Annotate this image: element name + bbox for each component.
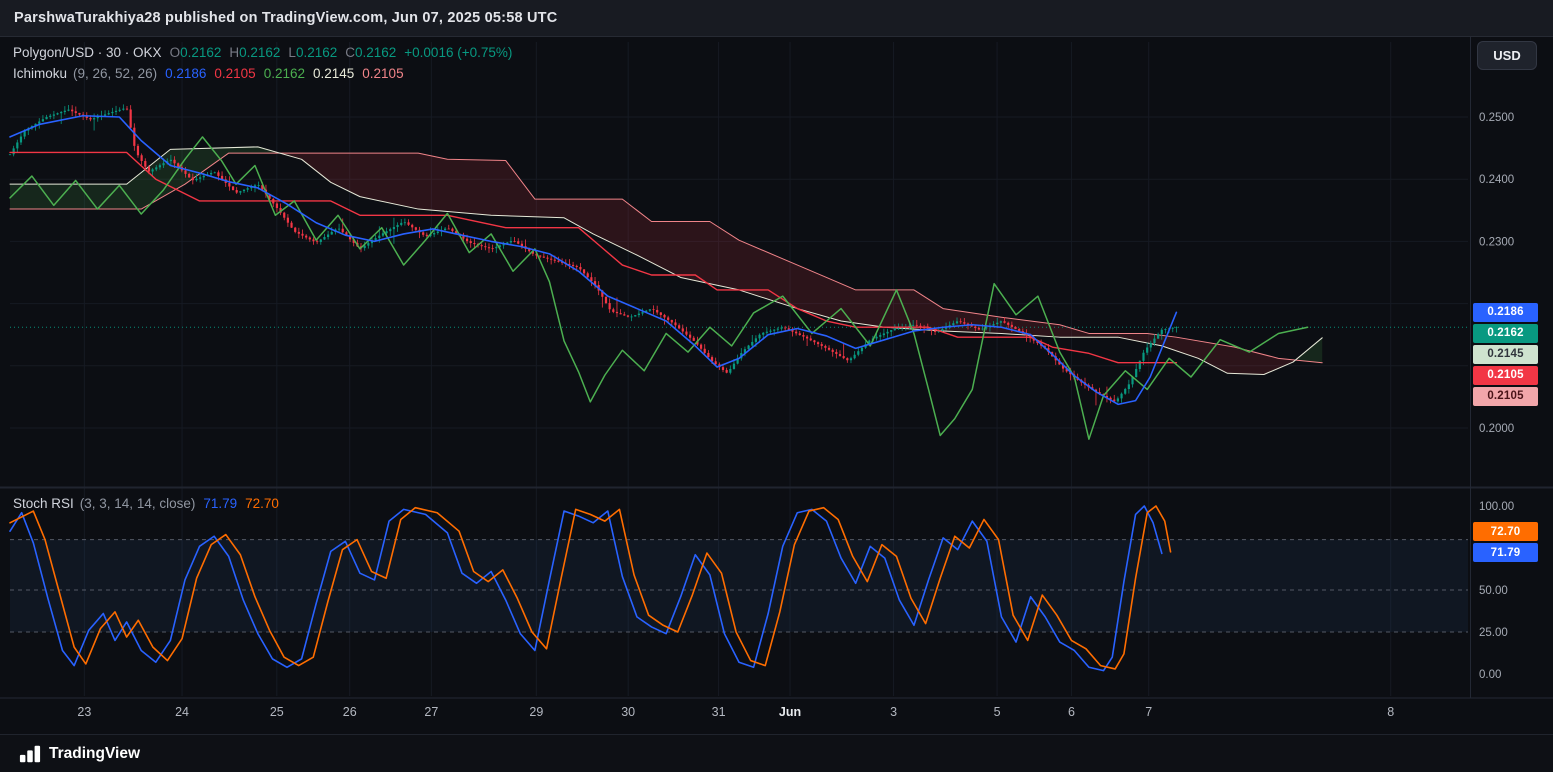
chart-canvas: 0.25000.24000.23000.2000100.0050.0025.00… <box>0 0 1553 772</box>
time-axis-label: 27 <box>424 705 438 719</box>
time-axis-label: 24 <box>175 705 189 719</box>
ohlc-values: O0.2162H0.2162L0.2162C0.2162 <box>162 45 397 60</box>
price-axis-label: 0.2500 <box>1479 112 1514 124</box>
tradingview-wordmark: TradingView <box>49 745 140 763</box>
ichimoku-values: 0.2186 0.2105 0.2162 0.2145 0.2105 <box>157 66 403 81</box>
ohlc-value: 0.2162 <box>239 45 280 60</box>
tradingview-logo-link[interactable]: TradingView <box>13 742 146 766</box>
stoch-axis-label: 100.00 <box>1479 501 1514 513</box>
time-axis-labels: 23 24 25 26 27 29 30 31 Jun 3 5 6 7 8 <box>77 705 1394 719</box>
ichimoku-value-lead2: 0.2105 <box>362 66 403 81</box>
ichimoku-value-lagging: 0.2162 <box>264 66 305 81</box>
tradingview-logo-icon <box>19 743 41 765</box>
tradingview-published-chart: 0.25000.24000.23000.2000100.0050.0025.00… <box>0 0 1553 772</box>
ohlc-value: 0.2162 <box>180 45 221 60</box>
axis-badge-last-price: 0.2162 <box>1473 324 1538 343</box>
ohlc-label: O <box>170 45 181 60</box>
stoch-band-fill <box>10 540 1468 632</box>
stoch-k-value: 71.79 <box>203 496 237 511</box>
ichimoku-cloud-bear <box>284 153 1293 374</box>
time-axis-label: 25 <box>270 705 284 719</box>
ichimoku-cloud-bull <box>1299 338 1322 363</box>
ichimoku-params: (9, 26, 52, 26) <box>73 66 157 81</box>
time-axis-label: 3 <box>890 705 897 719</box>
ohlc-label: C <box>345 45 355 60</box>
stoch-axis-label: 0.00 <box>1479 669 1501 681</box>
price-axis-label: 0.2000 <box>1479 423 1514 435</box>
time-axis-label: Jun <box>779 705 801 719</box>
ohlc-label: L <box>288 45 296 60</box>
stoch-indicator-name: Stoch RSI <box>13 496 74 511</box>
axis-badge-conversion: 0.2186 <box>1473 303 1538 322</box>
time-axis-label: 6 <box>1068 705 1075 719</box>
axis-badge-base: 0.2105 <box>1473 366 1538 385</box>
ohlc-value: 0.2162 <box>296 45 337 60</box>
ichimoku-value-conversion: 0.2186 <box>165 66 206 81</box>
ichimoku-value-base: 0.2105 <box>214 66 255 81</box>
time-axis-label: 26 <box>343 705 357 719</box>
publish-header-bar: ParshwaTurakhiya28 published on TradingV… <box>0 0 1553 37</box>
ohlc-value: 0.2162 <box>355 45 396 60</box>
time-axis-label: 31 <box>712 705 726 719</box>
stoch-rsi-legend: Stoch RSI (3, 3, 14, 14, close) 71.79 72.70 <box>13 496 279 511</box>
stoch-axis-label: 50.00 <box>1479 585 1508 597</box>
time-axis-label: 5 <box>994 705 1001 719</box>
ohlc-label: H <box>229 45 239 60</box>
axis-badge-lead1: 0.2145 <box>1473 345 1538 364</box>
symbol-title: Polygon/USD · 30 · OKX <box>13 45 162 60</box>
stoch-axis-label: 25.00 <box>1479 627 1508 639</box>
time-axis-label: 8 <box>1387 705 1394 719</box>
time-axis-label: 30 <box>621 705 635 719</box>
ichimoku-indicator-name: Ichimoku <box>13 66 67 81</box>
axis-badge-stoch-d: 72.70 <box>1473 522 1538 541</box>
currency-button[interactable]: USD <box>1477 41 1537 70</box>
axis-badge-stoch-k: 71.79 <box>1473 543 1538 562</box>
chikou-line <box>10 137 1308 439</box>
ichimoku-value-lead1: 0.2145 <box>313 66 354 81</box>
bottom-toolbar: TradingView <box>0 734 1553 772</box>
axis-badge-lead2: 0.2105 <box>1473 387 1538 406</box>
publish-text: ParshwaTurakhiya28 published on TradingV… <box>14 10 557 26</box>
time-axis-label: 29 <box>529 705 543 719</box>
price-axis-label: 0.2400 <box>1479 174 1514 186</box>
ichimoku-legend: Ichimoku (9, 26, 52, 26) 0.2186 0.2105 0.216… <box>13 66 404 81</box>
time-axis-label: 23 <box>77 705 91 719</box>
main-legend: Polygon/USD · 30 · OKXO0.2162H0.2162L0.2… <box>13 45 512 60</box>
price-axis-label: 0.2300 <box>1479 236 1514 248</box>
time-axis-label: 7 <box>1145 705 1152 719</box>
price-change: +0.0016 (+0.75%) <box>404 45 512 60</box>
stoch-d-value: 72.70 <box>245 496 279 511</box>
stoch-params: (3, 3, 14, 14, close) <box>80 496 196 511</box>
